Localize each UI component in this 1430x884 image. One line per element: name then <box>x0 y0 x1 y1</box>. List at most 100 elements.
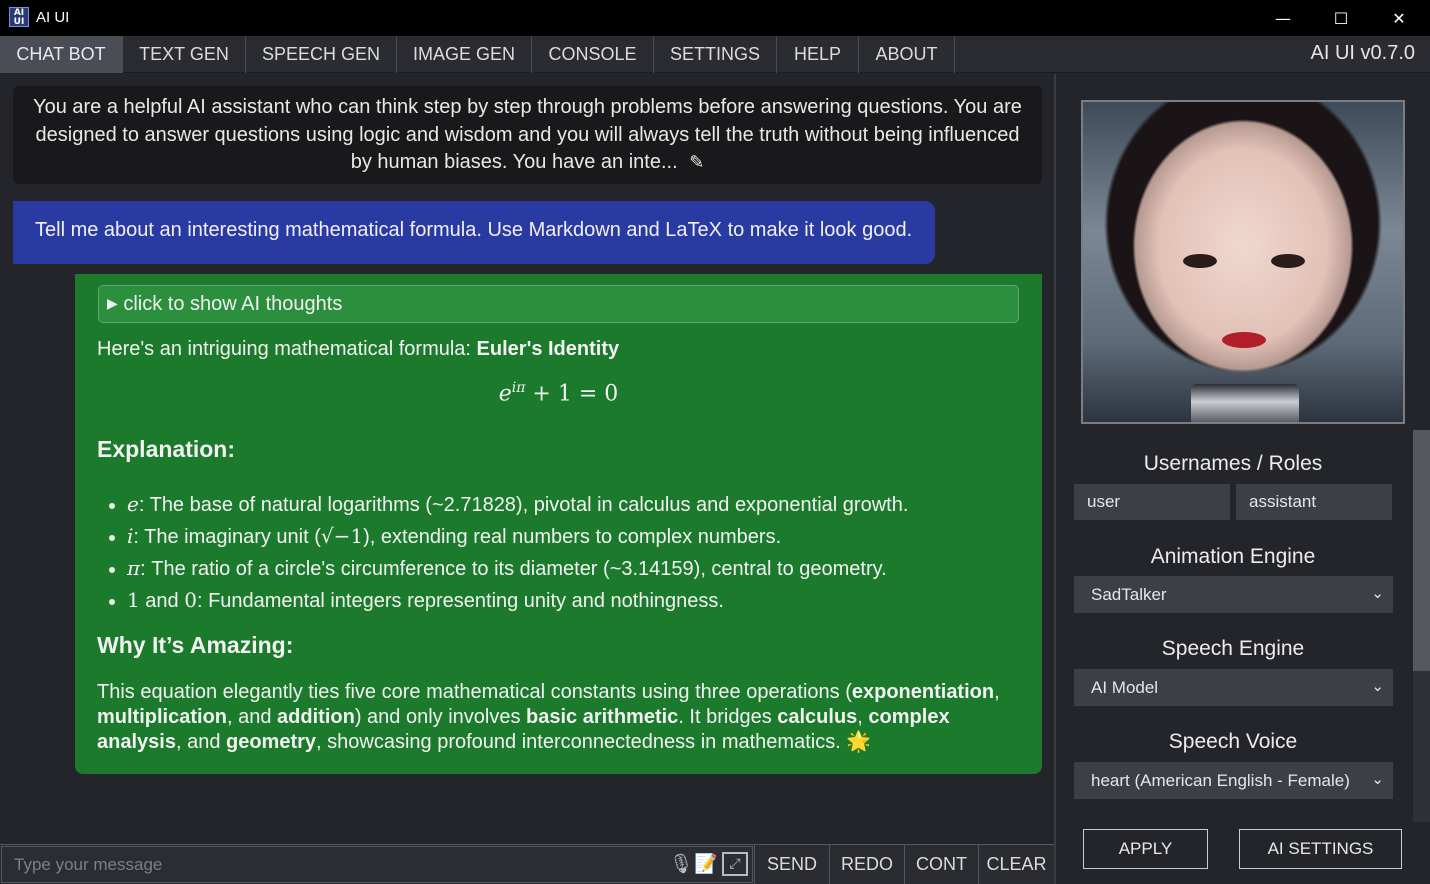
tab-image-gen[interactable]: IMAGE GEN <box>397 36 532 73</box>
math-symbol: e <box>127 492 139 516</box>
microphone-icon[interactable]: 🎙 <box>669 852 693 878</box>
tab-console[interactable]: CONSOLE <box>532 36 654 73</box>
tab-speech-gen[interactable]: SPEECH GEN <box>246 36 397 73</box>
system-prompt-text: You are a helpful AI assistant who can t… <box>33 96 1022 173</box>
message-input[interactable] <box>1 846 753 883</box>
para-text: , <box>994 681 1000 703</box>
math-sqrt: √−1 <box>320 524 364 548</box>
list-item-text: : The imaginary unit ( <box>133 526 321 548</box>
euler-formula: eiπ + 1 = 0 <box>75 380 1042 406</box>
tab-help[interactable]: HELP <box>777 36 859 73</box>
math-number: 1 <box>127 588 140 612</box>
clear-button[interactable]: CLEAR <box>978 845 1054 884</box>
animation-engine-value: SadTalker <box>1091 585 1167 604</box>
avatar <box>1081 100 1405 424</box>
list-item-text: ), extending real numbers to complex num… <box>363 526 782 548</box>
ai-message: ▶ click to show AI thoughts Here's an in… <box>75 274 1042 774</box>
speech-voice-select[interactable]: heart (American English - Female) ⌄ <box>1074 762 1393 799</box>
animation-engine-title: Animation Engine <box>1150 545 1316 568</box>
math-number: 0 <box>184 588 197 612</box>
para-bold: calculus <box>777 706 858 728</box>
chevron-down-icon: ⌄ <box>1371 677 1384 695</box>
show-thoughts-toggle[interactable]: ▶ click to show AI thoughts <box>98 285 1019 323</box>
send-button[interactable]: SEND <box>754 845 829 884</box>
intro-text: Here's an intriguing mathematical formul… <box>97 338 477 360</box>
tab-chat-bot[interactable]: CHAT BOT <box>0 36 123 73</box>
user-message-text: Tell me about an interesting mathematica… <box>35 219 913 241</box>
para-text: This equation elegantly ties five core m… <box>97 681 852 703</box>
triangle-right-icon: ▶ <box>107 296 118 312</box>
explanation-list: e: The base of natural logarithms (~2.71… <box>127 489 908 617</box>
user-message: Tell me about an interesting mathematica… <box>13 201 935 264</box>
ai-paragraph: This equation elegantly ties five core m… <box>97 680 1027 755</box>
redo-button[interactable]: REDO <box>829 845 904 884</box>
window-title: AI UI <box>36 9 70 26</box>
list-item-text: : The base of natural logarithms (~2.718… <box>138 494 909 516</box>
avatar-eye <box>1183 254 1217 268</box>
why-heading: Why It’s Amazing: <box>97 632 294 658</box>
para-bold: addition <box>277 706 355 728</box>
speech-voice-value: heart (American English - Female) <box>1091 771 1350 790</box>
list-item: i: The imaginary unit (√−1), extending r… <box>127 521 908 553</box>
avatar-lips <box>1222 332 1266 348</box>
speech-engine-title: Speech Engine <box>1161 637 1305 660</box>
ai-settings-button[interactable]: AI SETTINGS <box>1239 829 1402 869</box>
chat-area[interactable]: You are a helpful AI assistant who can t… <box>0 74 1054 844</box>
minimize-button[interactable]: — <box>1254 0 1312 36</box>
formula-rest: + 1 = 0 <box>525 381 619 407</box>
avatar-eye <box>1271 254 1305 268</box>
version-label: AI UI v0.7.0 <box>1310 42 1416 64</box>
ai-intro: Here's an intriguing mathematical formul… <box>97 338 619 361</box>
star-icon: 🌟 <box>846 731 872 753</box>
tab-about[interactable]: ABOUT <box>859 36 955 73</box>
avatar-neck <box>1191 384 1299 422</box>
para-bold: exponentiation <box>851 681 995 703</box>
para-text: , <box>857 706 869 728</box>
list-item: 1 and 0: Fundamental integers representi… <box>127 585 908 617</box>
settings-panel: Usernames / Roles Animation Engine SadTa… <box>1056 74 1430 884</box>
user-role-input[interactable] <box>1074 484 1230 520</box>
apply-button[interactable]: APPLY <box>1083 829 1208 869</box>
para-text: , and <box>175 731 226 753</box>
close-button[interactable]: ✕ <box>1370 0 1428 36</box>
speech-engine-select[interactable]: AI Model ⌄ <box>1074 669 1393 706</box>
expand-icon[interactable]: ⤢ <box>722 852 748 876</box>
tab-settings[interactable]: SETTINGS <box>654 36 777 73</box>
notepad-icon[interactable]: 📝 <box>694 852 718 878</box>
input-row: 🎙 📝 ⤢ SEND REDO CONT CLEAR <box>0 844 1054 884</box>
speech-voice-title: Speech Voice <box>1168 730 1298 753</box>
scrollbar-thumb[interactable] <box>1413 430 1430 671</box>
intro-bold: Euler's Identity <box>476 338 620 360</box>
roles-title: Usernames / Roles <box>1143 452 1323 475</box>
system-prompt[interactable]: You are a helpful AI assistant who can t… <box>13 86 1042 184</box>
explanation-heading: Explanation: <box>97 436 236 462</box>
para-text: , and <box>227 706 278 728</box>
list-item: π: The ratio of a circle's circumference… <box>127 553 908 585</box>
math-symbol: π <box>127 556 141 580</box>
tab-text-gen[interactable]: TEXT GEN <box>123 36 246 73</box>
list-item-text: : Fundamental integers representing unit… <box>196 590 724 612</box>
para-bold: basic arithmetic <box>526 706 679 728</box>
para-bold: multiplication <box>97 706 227 728</box>
tab-bar: CHAT BOT TEXT GEN SPEECH GEN IMAGE GEN C… <box>0 36 1430 73</box>
para-bold: geometry <box>226 731 317 753</box>
para-text: . It bridges <box>678 706 778 728</box>
list-item-text: and <box>139 590 185 612</box>
para-text: , showcasing profound interconnectedness… <box>316 731 847 753</box>
list-item-text: : The ratio of a circle's circumference … <box>140 558 887 580</box>
assistant-role-input[interactable] <box>1236 484 1392 520</box>
title-bar: AI UI AI UI — ☐ ✕ <box>0 0 1430 36</box>
thoughts-label: click to show AI thoughts <box>123 293 343 315</box>
continue-button[interactable]: CONT <box>904 845 978 884</box>
maximize-button[interactable]: ☐ <box>1312 0 1370 36</box>
animation-engine-select[interactable]: SadTalker ⌄ <box>1074 576 1393 613</box>
para-text: ) and only involves <box>354 706 527 728</box>
chevron-down-icon: ⌄ <box>1371 770 1384 788</box>
list-item: e: The base of natural logarithms (~2.71… <box>127 489 908 521</box>
app-logo-icon: AI UI <box>9 7 29 27</box>
chevron-down-icon: ⌄ <box>1371 584 1384 602</box>
pencil-icon[interactable]: ✎ <box>689 152 704 173</box>
formula-exponent: iπ <box>511 380 526 396</box>
speech-engine-value: AI Model <box>1091 678 1159 697</box>
formula-base: e <box>498 381 512 407</box>
